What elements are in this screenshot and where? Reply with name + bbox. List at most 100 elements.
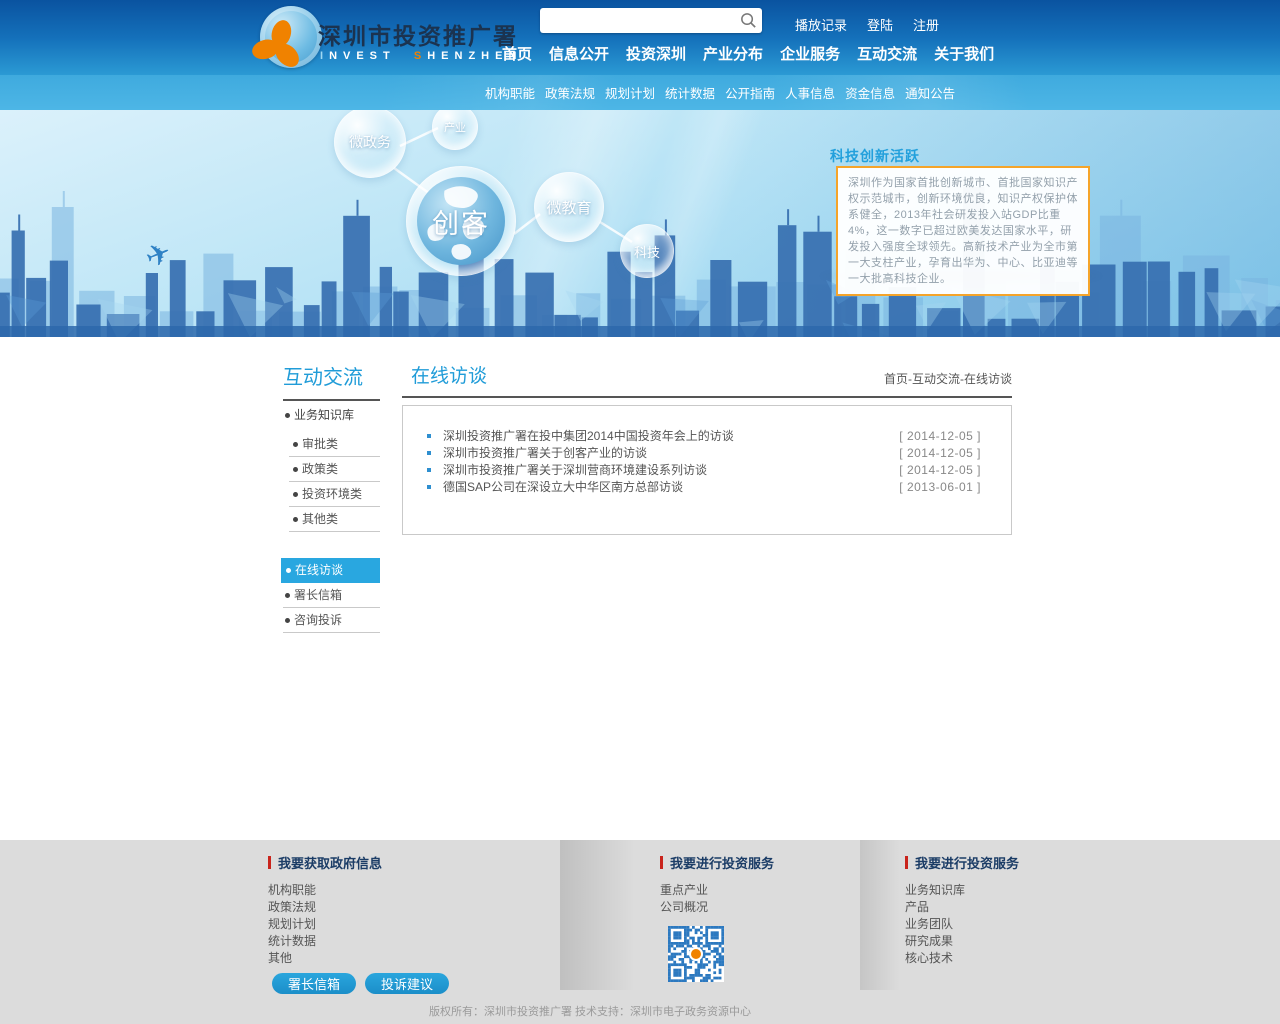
sidebar-item-policy[interactable]: 政策类 bbox=[289, 457, 380, 482]
bullet-icon bbox=[285, 618, 290, 623]
footer-link-statistics[interactable]: 统计数据 bbox=[268, 933, 382, 950]
footer-link-research-results[interactable]: 研究成果 bbox=[905, 933, 1019, 950]
bullet-icon bbox=[293, 442, 298, 447]
page: 深圳市投资推广署 INVEST SHENZHEN 播放记录 登陆 注册 首页 信… bbox=[0, 0, 1280, 1024]
subnav-statistics[interactable]: 统计数据 bbox=[665, 83, 715, 102]
square-bullet-icon bbox=[427, 434, 431, 438]
subnav-announcements[interactable]: 通知公告 bbox=[905, 83, 955, 102]
content-header: 在线访谈 首页-互动交流-在线访谈 bbox=[402, 361, 1012, 398]
search-icon[interactable] bbox=[739, 11, 758, 30]
sidebar-item-others[interactable]: 其他类 bbox=[289, 507, 380, 532]
subnav-funding[interactable]: 资金信息 bbox=[845, 83, 895, 102]
footer-links: 业务知识库 产品 业务团队 研究成果 核心技术 bbox=[905, 882, 1019, 967]
square-bullet-icon bbox=[427, 468, 431, 472]
news-date: [ 2014-12-05 ] bbox=[899, 446, 981, 460]
footer-link-company-profile[interactable]: 公司概况 bbox=[660, 899, 774, 916]
sidebar-item-director-mailbox[interactable]: 署长信箱 bbox=[283, 583, 380, 608]
nav-invest-shenzhen[interactable]: 投资深圳 bbox=[623, 41, 689, 66]
footer-link-planning[interactable]: 规划计划 bbox=[268, 916, 382, 933]
feature-title: 科技创新活跃 bbox=[830, 146, 920, 166]
news-list: 深圳投资推广署在投中集团2014中国投资年会上的访谈 [ 2014-12-05 … bbox=[402, 405, 1012, 535]
red-accent-bar bbox=[660, 856, 663, 869]
copyright-text: 版权所有：深圳市投资推广署 技术支持：深圳市电子政务资源中心 bbox=[0, 1003, 1180, 1019]
footer-link-key-industries[interactable]: 重点产业 bbox=[660, 882, 774, 899]
header-bar: 深圳市投资推广署 INVEST SHENZHEN 播放记录 登陆 注册 首页 信… bbox=[0, 0, 1280, 75]
subnav-policies[interactable]: 政策法规 bbox=[545, 83, 595, 102]
red-accent-bar bbox=[268, 856, 271, 869]
sidebar-title: 互动交流 bbox=[283, 361, 380, 401]
square-bullet-icon bbox=[427, 451, 431, 455]
feature-text-box: 深圳作为国家首批创新城市、首批国家知识产权示范城市，创新环境优良，知识产权保护体… bbox=[836, 166, 1090, 296]
news-row[interactable]: 深圳市投资推广署关于深圳营商环境建设系列访谈 [ 2014-12-05 ] bbox=[403, 461, 1011, 478]
bullet-icon bbox=[285, 593, 290, 598]
flower-icon bbox=[252, 20, 304, 72]
nav-about-us[interactable]: 关于我们 bbox=[931, 41, 997, 66]
news-date: [ 2013-06-01 ] bbox=[899, 480, 981, 494]
subnav-planning[interactable]: 规划计划 bbox=[605, 83, 655, 102]
footer-link-org-functions[interactable]: 机构职能 bbox=[268, 882, 382, 899]
subnav-disclosure-guide[interactable]: 公开指南 bbox=[725, 83, 775, 102]
nav-interaction[interactable]: 互动交流 bbox=[854, 41, 920, 66]
footer-divider-shadow bbox=[560, 840, 660, 990]
news-date: [ 2014-12-05 ] bbox=[899, 463, 981, 477]
sidebar-item-online-interview[interactable]: 在线访谈 bbox=[281, 558, 380, 583]
news-link[interactable]: 深圳市投资推广署关于深圳营商环境建设系列访谈 bbox=[443, 461, 899, 478]
bubble-micro-education: 微教育 bbox=[534, 172, 604, 242]
footer-col-government-info: 我要获取政府信息 机构职能 政策法规 规划计划 统计数据 其他 bbox=[268, 853, 382, 967]
director-mailbox-button[interactable]: 署长信箱 bbox=[272, 973, 356, 994]
sidebar-menu: 业务知识库 审批类 政策类 投资环境类 其他类 在线访谈 署长信箱 咨询投诉 bbox=[283, 403, 380, 633]
footer-col-header: 我要获取政府信息 bbox=[268, 853, 382, 872]
top-link-register[interactable]: 注册 bbox=[913, 15, 939, 34]
site-title: 深圳市投资推广署 bbox=[318, 17, 518, 51]
bullet-icon bbox=[293, 492, 298, 497]
footer-link-core-technology[interactable]: 核心技术 bbox=[905, 950, 1019, 967]
nav-info-disclosure[interactable]: 信息公开 bbox=[546, 41, 612, 66]
sidebar-item-consult-complaint[interactable]: 咨询投诉 bbox=[283, 608, 380, 633]
bubble-maker: 创客 bbox=[406, 166, 516, 276]
footer-link-policies[interactable]: 政策法规 bbox=[268, 899, 382, 916]
complaint-suggestion-button[interactable]: 投诉建议 bbox=[365, 973, 449, 994]
bullet-icon bbox=[293, 467, 298, 472]
news-row[interactable]: 德国SAP公司在深设立大中华区南方总部访谈 [ 2013-06-01 ] bbox=[403, 478, 1011, 495]
footer-divider-shadow bbox=[860, 840, 900, 990]
page-title: 在线访谈 bbox=[411, 361, 487, 388]
sidebar-item-knowledge-base[interactable]: 业务知识库 bbox=[283, 403, 380, 432]
footer-col-investment-services-2: 我要进行投资服务 业务知识库 产品 业务团队 研究成果 核心技术 bbox=[905, 853, 1019, 967]
news-date: [ 2014-12-05 ] bbox=[899, 429, 981, 443]
bullet-icon bbox=[285, 413, 290, 418]
qr-code bbox=[668, 926, 724, 982]
nav-home[interactable]: 首页 bbox=[499, 41, 535, 66]
sidebar-submenu: 审批类 政策类 投资环境类 其他类 bbox=[289, 432, 380, 532]
news-link[interactable]: 德国SAP公司在深设立大中华区南方总部访谈 bbox=[443, 478, 899, 495]
news-row[interactable]: 深圳市投资推广署关于创客产业的访谈 [ 2014-12-05 ] bbox=[403, 444, 1011, 461]
subnav-personnel[interactable]: 人事信息 bbox=[785, 83, 835, 102]
main-nav: 首页 信息公开 投资深圳 产业分布 企业服务 互动交流 关于我们 bbox=[499, 41, 997, 66]
subnav-org-functions[interactable]: 机构职能 bbox=[485, 83, 535, 102]
sidebar-item-investment-env[interactable]: 投资环境类 bbox=[289, 482, 380, 507]
footer-col-header: 我要进行投资服务 bbox=[905, 853, 1019, 872]
breadcrumb[interactable]: 首页-互动交流-在线访谈 bbox=[884, 370, 1012, 387]
news-link[interactable]: 深圳投资推广署在投中集团2014中国投资年会上的访谈 bbox=[443, 427, 899, 444]
top-link-history[interactable]: 播放记录 bbox=[795, 15, 847, 34]
footer-link-others[interactable]: 其他 bbox=[268, 950, 382, 967]
news-link[interactable]: 深圳市投资推广署关于创客产业的访谈 bbox=[443, 444, 899, 461]
footer-link-business-team[interactable]: 业务团队 bbox=[905, 916, 1019, 933]
nav-industry-distribution[interactable]: 产业分布 bbox=[700, 41, 766, 66]
bubble-technology: 科技 bbox=[620, 224, 674, 278]
footer-link-knowledge-base[interactable]: 业务知识库 bbox=[905, 882, 1019, 899]
footer-links: 重点产业 公司概况 bbox=[660, 882, 774, 916]
footer-link-products[interactable]: 产品 bbox=[905, 899, 1019, 916]
top-links: 播放记录 登陆 注册 bbox=[795, 15, 939, 34]
sidebar-item-approval[interactable]: 审批类 bbox=[289, 432, 380, 457]
subnav-bar: 机构职能 政策法规 规划计划 统计数据 公开指南 人事信息 资金信息 通知公告 bbox=[0, 75, 1280, 110]
news-row[interactable]: 深圳投资推广署在投中集团2014中国投资年会上的访谈 [ 2014-12-05 … bbox=[403, 427, 1011, 444]
bullet-icon bbox=[286, 568, 291, 573]
site-subtitle: INVEST SHENZHEN bbox=[320, 50, 522, 62]
top-link-login[interactable]: 登陆 bbox=[867, 15, 893, 34]
hero-banner: ✈ 微政务 产业 创客 bbox=[0, 110, 1280, 337]
red-accent-bar bbox=[905, 856, 908, 869]
search-input[interactable] bbox=[540, 8, 762, 33]
nav-enterprise-services[interactable]: 企业服务 bbox=[777, 41, 843, 66]
search-box bbox=[540, 8, 762, 33]
footer-col-investment-services-1: 我要进行投资服务 重点产业 公司概况 bbox=[660, 853, 774, 987]
